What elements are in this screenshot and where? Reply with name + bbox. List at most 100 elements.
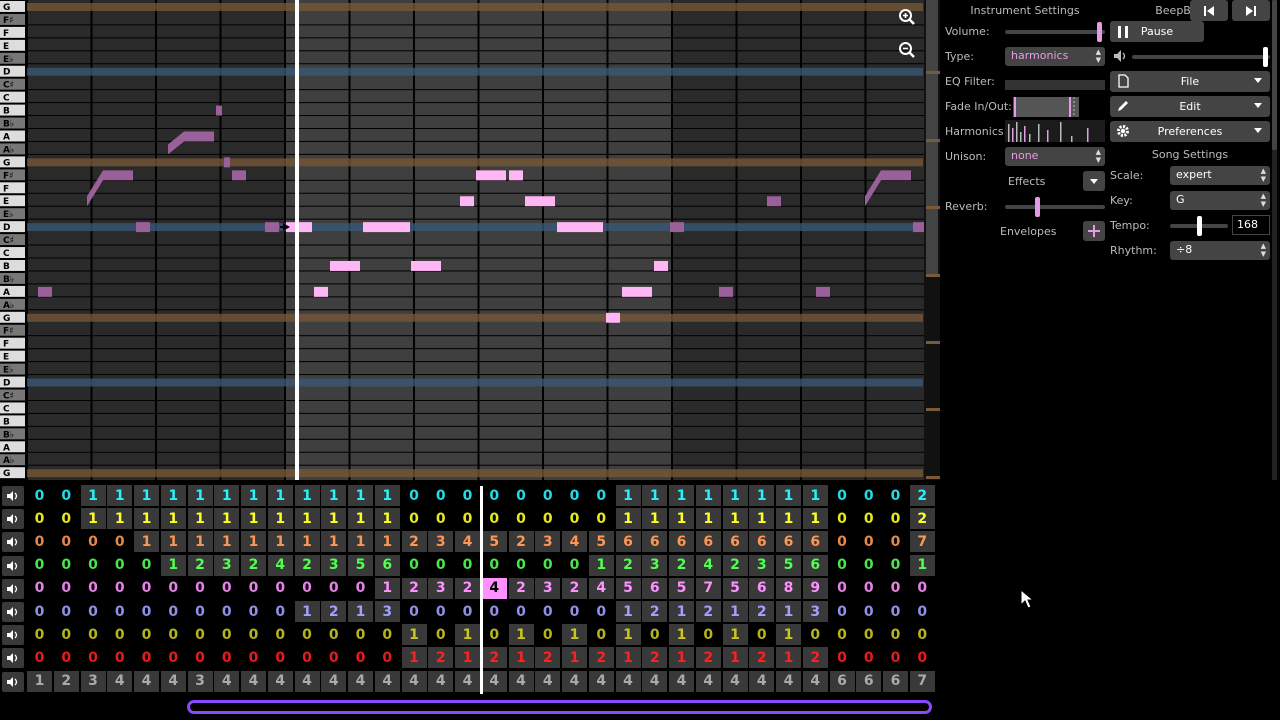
skip-back-button[interactable] [1190,0,1228,21]
pattern-cell[interactable]: 2 [187,554,213,576]
pattern-cell[interactable]: 0 [589,601,614,622]
pattern-cell[interactable]: 4 [802,670,828,692]
pattern-cell[interactable]: 0 [455,601,480,622]
harmonic-bar[interactable] [1087,128,1089,142]
harmonic-bar[interactable] [1060,122,1062,142]
pattern-cell[interactable]: 1 [241,485,266,506]
pattern-cell[interactable]: 1 [455,647,480,669]
pattern-cell[interactable]: 0 [535,624,560,645]
pattern-cell[interactable]: 0 [27,555,52,576]
pattern-cell[interactable]: 4 [267,670,293,692]
pattern-cell[interactable]: 0 [402,555,427,576]
pattern-cell[interactable]: 4 [695,554,721,576]
pattern-cell[interactable]: 4 [321,670,347,692]
piano-roll[interactable]: GF♯FEE♭DC♯CBB♭AA♭GF♯FEE♭DC♯CBB♭AA♭GF♯FEE… [0,0,940,480]
pattern-cell[interactable]: 0 [321,578,346,599]
pattern-cell[interactable]: 4 [562,531,587,553]
ghost-note[interactable] [216,105,222,116]
pattern-cell[interactable]: 1 [615,647,641,669]
pattern-cell[interactable]: 1 [187,508,213,530]
pattern-cell[interactable]: 1 [669,601,694,622]
pattern-cell[interactable]: 1 [321,508,347,530]
pattern-cell[interactable]: 0 [214,624,239,645]
pattern-cell[interactable]: 0 [428,601,453,622]
pattern-cell[interactable]: 4 [481,577,507,599]
harmonic-bar[interactable] [1012,128,1014,142]
pattern-cell[interactable]: 1 [267,508,293,530]
effects-dropdown-button[interactable] [1083,171,1105,191]
pattern-cell[interactable]: 1 [562,624,587,646]
pattern-cell[interactable]: 1 [214,508,240,530]
pattern-cell[interactable]: 6 [829,670,855,692]
pattern-cell[interactable]: 0 [535,485,560,506]
pattern-cell[interactable]: 0 [134,601,159,622]
pattern-cell[interactable]: 4 [615,670,641,692]
pattern-cell[interactable]: 1 [267,531,293,553]
pattern-cell[interactable]: 7 [695,577,721,599]
pattern-cell[interactable]: 0 [27,578,52,599]
pattern-cell[interactable]: 0 [883,647,908,668]
pattern-cell[interactable]: 1 [722,624,748,646]
mute-button[interactable] [2,625,24,646]
note[interactable] [330,261,360,271]
pattern-cell[interactable]: 3 [535,577,561,599]
pattern-cell[interactable]: 1 [348,485,373,506]
pattern-cell[interactable]: 0 [268,624,293,645]
pattern-cell[interactable]: 1 [348,531,373,553]
pattern-cell[interactable]: 2 [588,647,614,669]
pattern-cell[interactable]: 2 [321,601,347,622]
pattern-cell[interactable]: 4 [267,554,293,576]
ghost-note[interactable] [265,222,279,233]
pattern-cell[interactable]: 6 [749,531,775,553]
pattern-cell[interactable]: 0 [375,647,400,668]
pattern-cell[interactable]: 1 [669,508,694,530]
pattern-cell[interactable]: 5 [669,577,694,599]
pattern-cell[interactable]: 1 [134,531,159,553]
ghost-note[interactable] [224,157,230,168]
pattern-cell[interactable]: 4 [588,670,614,692]
pattern-cell[interactable]: 0 [107,624,132,645]
pattern-cell[interactable]: 2 [428,647,454,669]
pattern-cell[interactable]: 1 [267,485,293,506]
pattern-cell[interactable]: 3 [535,531,561,553]
pattern-cell[interactable]: 2 [749,647,775,669]
pattern-cell[interactable]: 4 [749,670,775,692]
pattern-cell[interactable]: 0 [455,555,480,576]
pattern-cell[interactable]: 1 [508,647,534,669]
pattern-cell[interactable]: 1 [160,485,186,506]
pattern-cell[interactable]: 6 [374,554,400,576]
pattern-cell[interactable]: 0 [375,624,400,645]
pattern-cell[interactable]: 4 [642,670,668,692]
note[interactable] [363,222,410,233]
pattern-cell[interactable]: 0 [428,555,453,576]
pattern-cell[interactable]: 1 [294,601,320,622]
pattern-cell[interactable]: 0 [910,624,935,645]
pattern-cell[interactable]: 0 [348,578,373,599]
note[interactable] [606,312,620,323]
pattern-cell[interactable]: 0 [589,508,614,529]
pattern-cell[interactable]: 3 [374,601,400,622]
reverb-thumb[interactable] [1035,197,1040,217]
pattern-cell[interactable]: 0 [562,555,587,576]
pattern-cell[interactable]: 6 [883,670,908,692]
pattern-cell[interactable]: 2 [669,554,694,576]
pattern-cell[interactable]: 0 [830,555,855,576]
instrument-volume-slider[interactable] [1005,22,1105,42]
pattern-cell[interactable]: 1 [107,485,133,506]
note[interactable] [314,286,328,297]
pattern-cell[interactable]: 1 [508,624,534,646]
pattern-cell[interactable]: 1 [27,670,52,692]
pattern-cell[interactable]: 8 [776,577,801,599]
pattern-cell[interactable]: 1 [160,554,186,576]
pattern-cell[interactable]: 0 [321,647,346,668]
pattern-cell[interactable]: 4 [241,670,266,692]
skip-forward-button[interactable] [1232,0,1270,21]
harmonic-bar[interactable] [1020,132,1022,142]
pattern-cell[interactable]: 0 [509,601,534,622]
pattern-cell[interactable]: 5 [588,531,614,553]
add-envelope-button[interactable] [1083,221,1105,241]
pattern-cell[interactable]: 1 [214,485,240,506]
pattern-cell[interactable]: 0 [562,485,587,506]
pattern-editor[interactable]: G F♯ F E E♭ D C♯ C B B♭ A A♭ G F♯ F E E♭ D C♯ C B B♭ A A♭ G F♯ F E E… [0,0,940,480]
pattern-cell[interactable]: 0 [81,601,106,622]
